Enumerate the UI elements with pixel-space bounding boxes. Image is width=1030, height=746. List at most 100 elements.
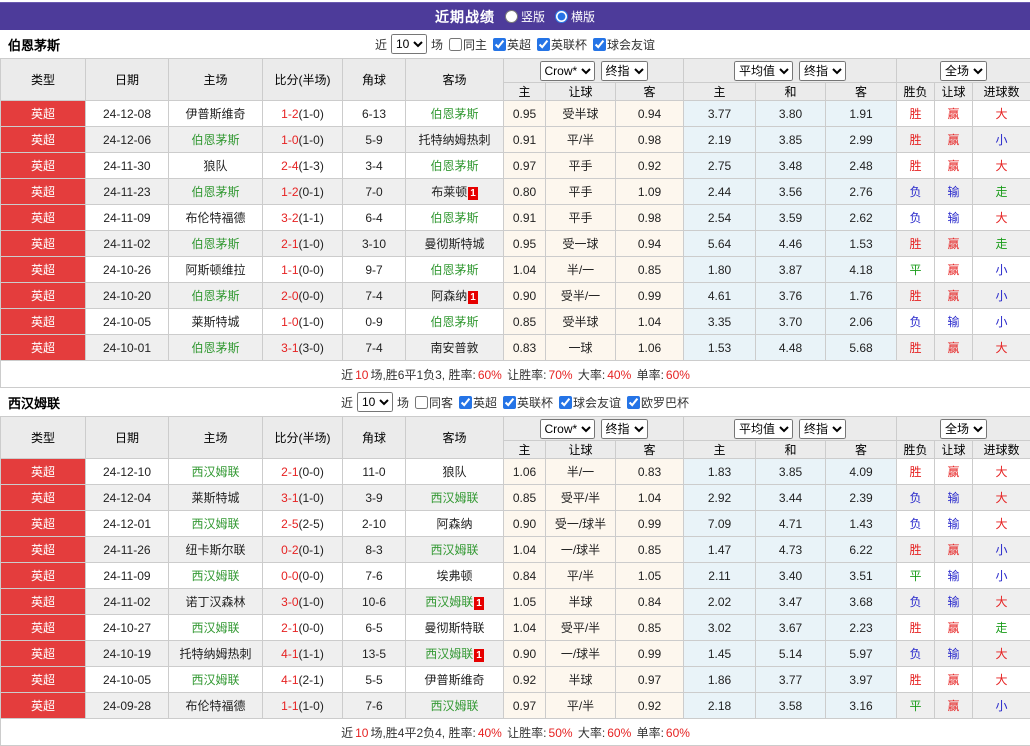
avg-draw-odds: 4.46: [756, 231, 826, 257]
league-checkbox[interactable]: [459, 396, 472, 409]
average-select[interactable]: 平均值: [734, 419, 793, 439]
layout-radio-vertical[interactable]: 竖版: [505, 8, 545, 25]
avg-away-odds: 1.53: [826, 231, 897, 257]
league-filter-label: 球会友谊: [607, 36, 655, 53]
sub-column-header: 主: [684, 441, 756, 459]
bookmaker-select[interactable]: Crow*: [540, 419, 595, 439]
date-cell: 24-11-02: [86, 231, 169, 257]
average-select[interactable]: 平均值: [734, 61, 793, 81]
result-winloss: 平: [897, 693, 935, 719]
crow-away-odds: 0.85: [616, 257, 684, 283]
league-cell: 英超: [1, 589, 86, 615]
crow-home-odds: 1.04: [504, 537, 546, 563]
crow-handicap: 受平/半: [546, 615, 616, 641]
away-team-cell: 曼彻斯特城: [406, 231, 504, 257]
league-checkbox[interactable]: [493, 38, 506, 51]
away-team-name: 西汉姆联: [430, 491, 478, 505]
league-checkbox[interactable]: [559, 396, 572, 409]
avg-home-odds: 3.35: [684, 309, 756, 335]
away-team-name: 曼彻斯特联: [424, 621, 484, 635]
league-filter[interactable]: 英联杯: [499, 394, 553, 411]
avg-away-odds: 1.76: [826, 283, 897, 309]
league-filter[interactable]: 球会友谊: [555, 394, 621, 411]
result-goals: 大: [973, 511, 1030, 537]
same-venue-checkbox[interactable]: [415, 396, 428, 409]
date-cell: 24-11-02: [86, 589, 169, 615]
home-team-cell: 托特纳姆热刺: [169, 641, 263, 667]
result-handicap: 赢: [935, 537, 973, 563]
result-winloss: 胜: [897, 335, 935, 361]
crow-handicap: 半球: [546, 667, 616, 693]
layout-radio-horizontal[interactable]: 横版: [555, 8, 595, 25]
sub-column-header: 让球: [546, 83, 616, 101]
league-checkbox[interactable]: [537, 38, 550, 51]
away-team-cell: 伊普斯维奇: [406, 667, 504, 693]
league-filter[interactable]: 英超: [455, 394, 497, 411]
league-cell: 英超: [1, 485, 86, 511]
away-team-name: 布莱顿: [431, 185, 467, 199]
match-row: 英超24-11-09西汉姆联0-0(0-0)7-6埃弗顿0.84平/半1.052…: [1, 563, 1030, 589]
period-select[interactable]: 全场: [940, 61, 987, 81]
crow-handicap: 半球: [546, 589, 616, 615]
score-cell: 3-1(1-0): [263, 485, 343, 511]
league-checkbox[interactable]: [627, 396, 640, 409]
home-team-cell: 伯恩茅斯: [169, 283, 263, 309]
same-venue-filter[interactable]: 同主: [445, 36, 487, 53]
crow-home-odds: 0.97: [504, 153, 546, 179]
fulltime-score: 1-2: [281, 185, 298, 199]
crow-odds-group-header: Crow* 终指: [504, 59, 684, 83]
result-goals: 大: [973, 589, 1030, 615]
crow-away-odds: 0.94: [616, 231, 684, 257]
summary-segment: 单率:: [633, 368, 664, 382]
fulltime-score: 4-1: [281, 673, 298, 687]
result-handicap: 赢: [935, 283, 973, 309]
league-checkbox[interactable]: [503, 396, 516, 409]
same-venue-filter[interactable]: 同客: [411, 394, 453, 411]
odds-time-select-2[interactable]: 终指: [799, 61, 846, 81]
games-count-select[interactable]: 10: [391, 34, 427, 54]
halftime-score: (1-1): [299, 211, 324, 225]
bookmaker-select[interactable]: Crow*: [540, 61, 595, 81]
league-filter[interactable]: 英联杯: [533, 36, 587, 53]
odds-time-select[interactable]: 终指: [601, 61, 648, 81]
crow-away-odds: 0.83: [616, 459, 684, 485]
odds-time-select[interactable]: 终指: [601, 419, 648, 439]
same-venue-checkbox[interactable]: [449, 38, 462, 51]
horizontal-radio-input[interactable]: [555, 10, 568, 23]
crow-home-odds: 0.95: [504, 101, 546, 127]
league-checkbox[interactable]: [593, 38, 606, 51]
result-winloss: 负: [897, 309, 935, 335]
league-filter[interactable]: 球会友谊: [589, 36, 655, 53]
avg-home-odds: 2.02: [684, 589, 756, 615]
vertical-radio-input[interactable]: [505, 10, 518, 23]
result-handicap: 赢: [935, 257, 973, 283]
fulltime-score: 1-1: [281, 263, 298, 277]
away-team-cell: 埃弗顿: [406, 563, 504, 589]
summary-segment: 70%: [549, 368, 573, 382]
period-select[interactable]: 全场: [940, 419, 987, 439]
halftime-score: (1-3): [299, 159, 324, 173]
home-team-cell: 伯恩茅斯: [169, 179, 263, 205]
away-team-cell: 阿森纳: [406, 511, 504, 537]
summary-row: 近10场,胜6平1负3, 胜率:60% 让胜率:70% 大率:40% 单率:60…: [1, 361, 1030, 388]
corners-cell: 7-0: [343, 179, 406, 205]
crow-away-odds: 1.04: [616, 309, 684, 335]
away-team-cell: 狼队: [406, 459, 504, 485]
crow-away-odds: 0.92: [616, 693, 684, 719]
halftime-score: (0-0): [299, 263, 324, 277]
result-winloss: 胜: [897, 101, 935, 127]
column-header: 日期: [86, 59, 169, 101]
halftime-score: (0-1): [299, 185, 324, 199]
halftime-score: (0-0): [299, 289, 324, 303]
league-filter[interactable]: 欧罗巴杯: [623, 394, 689, 411]
column-header: 角球: [343, 417, 406, 459]
result-goals: 大: [973, 101, 1030, 127]
match-row: 英超24-11-02诺丁汉森林3-0(1-0)10-6西汉姆联11.05半球0.…: [1, 589, 1030, 615]
odds-time-select-2[interactable]: 终指: [799, 419, 846, 439]
result-winloss: 负: [897, 205, 935, 231]
sub-column-header: 让球: [546, 441, 616, 459]
score-cell: 2-5(2-5): [263, 511, 343, 537]
match-row: 英超24-10-19托特纳姆热刺4-1(1-1)13-5西汉姆联10.90一/球…: [1, 641, 1030, 667]
league-filter[interactable]: 英超: [489, 36, 531, 53]
games-count-select[interactable]: 10: [357, 392, 393, 412]
